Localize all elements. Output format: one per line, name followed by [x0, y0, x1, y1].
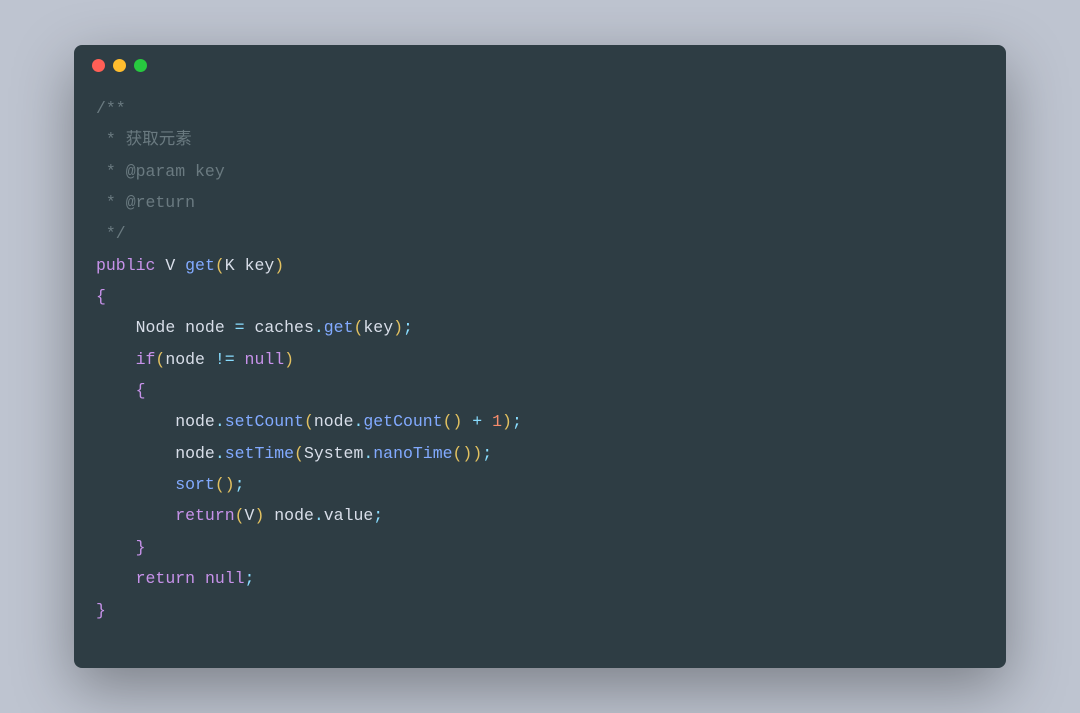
keyword-if: if — [136, 350, 156, 369]
keyword-null: null — [245, 350, 285, 369]
comment-line: /** — [96, 99, 126, 118]
rbrace: } — [136, 538, 146, 557]
lparen: ( — [443, 412, 453, 431]
comment-line: * 获取元素 — [96, 130, 192, 149]
lparen: ( — [453, 444, 463, 463]
method-get: get — [185, 256, 215, 275]
call-sort: sort — [175, 475, 215, 494]
lparen: ( — [304, 412, 314, 431]
var-node: node — [175, 412, 215, 431]
rparen: ) — [254, 506, 264, 525]
dot: . — [314, 506, 324, 525]
space — [175, 318, 185, 337]
indent — [96, 412, 175, 431]
space — [235, 256, 245, 275]
dot: . — [363, 444, 373, 463]
var-node: node — [165, 350, 205, 369]
plus: + — [462, 412, 492, 431]
code-window: /** * 获取元素 * @param key * @return */ pub… — [74, 45, 1006, 668]
maximize-icon[interactable] — [134, 59, 147, 72]
indent — [96, 444, 175, 463]
indent — [96, 318, 136, 337]
semicolon: ; — [482, 444, 492, 463]
number-1: 1 — [492, 412, 502, 431]
dot: . — [353, 412, 363, 431]
lbrace: { — [96, 287, 106, 306]
var-caches: caches — [254, 318, 313, 337]
indent — [96, 569, 136, 588]
keyword-return: return — [136, 569, 195, 588]
call-getCount: getCount — [363, 412, 442, 431]
rparen: ) — [472, 444, 482, 463]
semicolon: ; — [403, 318, 413, 337]
lparen: ( — [215, 256, 225, 275]
minimize-icon[interactable] — [113, 59, 126, 72]
lparen: ( — [354, 318, 364, 337]
indent — [96, 506, 175, 525]
comment-line: * @return — [96, 193, 195, 212]
lparen: ( — [235, 506, 245, 525]
rparen: ) — [453, 412, 463, 431]
type-V: V — [165, 256, 175, 275]
type-K: K — [225, 256, 235, 275]
lparen: ( — [215, 475, 225, 494]
param-key: key — [245, 256, 275, 275]
call-setCount: setCount — [225, 412, 304, 431]
semicolon: ; — [235, 475, 245, 494]
keyword-null: null — [205, 569, 245, 588]
type-Node: Node — [136, 318, 176, 337]
space — [264, 506, 274, 525]
dot: . — [215, 444, 225, 463]
semicolon: ; — [245, 569, 255, 588]
type-V: V — [245, 506, 255, 525]
space — [175, 256, 185, 275]
semicolon: ; — [512, 412, 522, 431]
lparen: ( — [294, 444, 304, 463]
comment-line: */ — [96, 224, 126, 243]
dot: . — [314, 318, 324, 337]
call-nanoTime: nanoTime — [373, 444, 452, 463]
comment-line: * @param key — [96, 162, 225, 181]
rparen: ) — [393, 318, 403, 337]
keyword-public: public — [96, 256, 155, 275]
rparen: ) — [274, 256, 284, 275]
indent — [96, 381, 136, 400]
space — [195, 569, 205, 588]
rparen: ) — [462, 444, 472, 463]
titlebar — [74, 45, 1006, 85]
indent — [96, 350, 136, 369]
indent — [96, 475, 175, 494]
field-value: value — [324, 506, 374, 525]
keyword-return: return — [175, 506, 234, 525]
dot: . — [215, 412, 225, 431]
code-block: /** * 获取元素 * @param key * @return */ pub… — [74, 85, 1006, 634]
var-node: node — [175, 444, 215, 463]
semicolon: ; — [373, 506, 383, 525]
type-System: System — [304, 444, 363, 463]
space — [155, 256, 165, 275]
rparen: ) — [225, 475, 235, 494]
lparen: ( — [155, 350, 165, 369]
indent — [96, 538, 136, 557]
var-node: node — [274, 506, 314, 525]
rparen: ) — [502, 412, 512, 431]
call-get: get — [324, 318, 354, 337]
close-icon[interactable] — [92, 59, 105, 72]
neq: != — [205, 350, 245, 369]
lbrace: { — [136, 381, 146, 400]
var-node: node — [185, 318, 225, 337]
call-setTime: setTime — [225, 444, 294, 463]
arg-key: key — [363, 318, 393, 337]
var-node: node — [314, 412, 354, 431]
rbrace: } — [96, 601, 106, 620]
equals: = — [225, 318, 255, 337]
rparen: ) — [284, 350, 294, 369]
